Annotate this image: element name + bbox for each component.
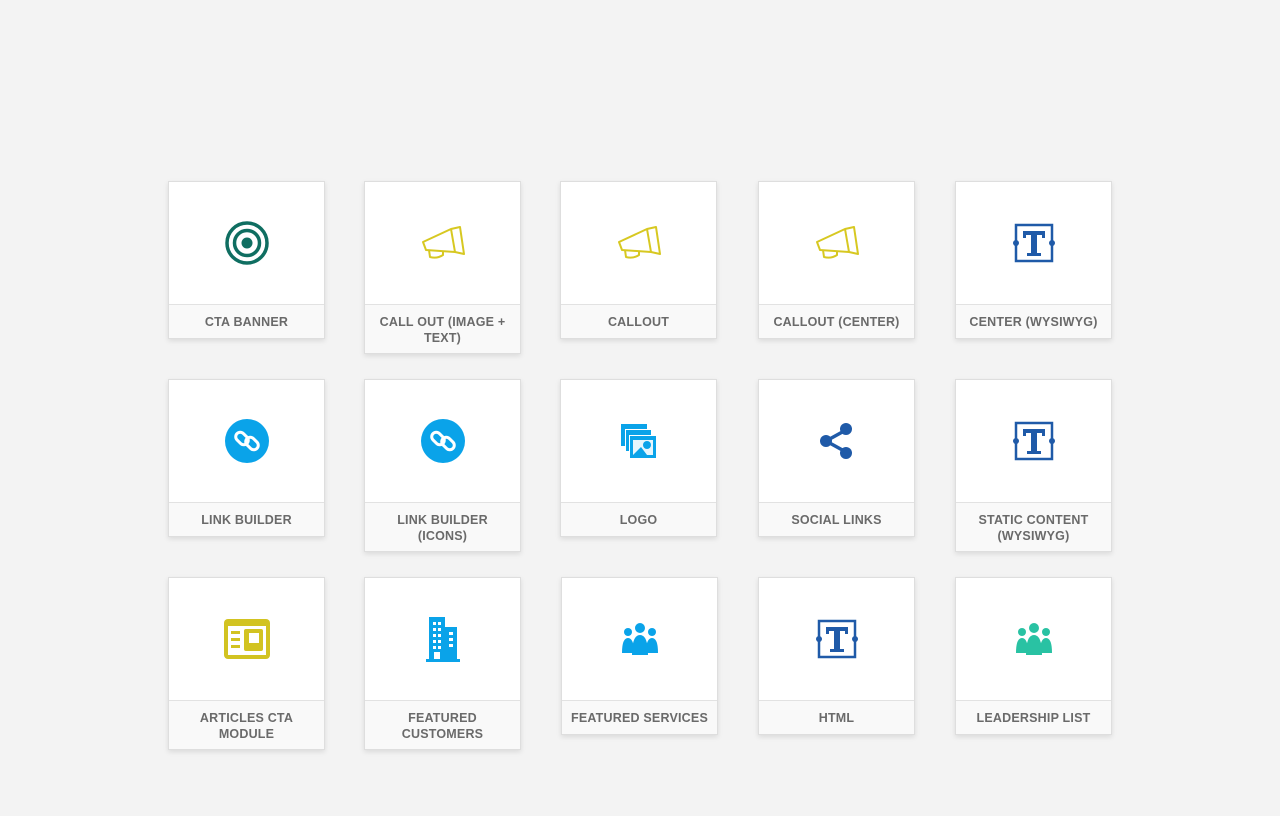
module-card-callout-center[interactable]: CALLOUT (CENTER) bbox=[758, 181, 915, 339]
module-label: CENTER (WYSIWYG) bbox=[956, 304, 1111, 338]
module-label: FEATURED SERVICES bbox=[562, 700, 717, 734]
module-card-featured-services[interactable]: FEATURED SERVICES bbox=[561, 577, 718, 735]
link-icon bbox=[224, 419, 269, 463]
link-icon bbox=[420, 419, 465, 463]
text-box-icon bbox=[815, 619, 858, 659]
module-grid: CTA BANNER CALL OUT (IMAGE + TEXT) CALLO… bbox=[0, 0, 1280, 816]
module-card-logo[interactable]: LOGO bbox=[560, 379, 717, 537]
group-icon bbox=[1015, 623, 1052, 655]
module-card-cta-banner[interactable]: CTA BANNER bbox=[168, 181, 325, 339]
module-label: CALL OUT (IMAGE + TEXT) bbox=[365, 304, 520, 353]
module-card-call-out-image-text[interactable]: CALL OUT (IMAGE + TEXT) bbox=[364, 181, 521, 354]
module-label: CALLOUT (CENTER) bbox=[759, 304, 914, 338]
module-label: STATIC CONTENT (WYSIWYG) bbox=[956, 502, 1111, 551]
module-label: ARTICLES CTA MODULE bbox=[169, 700, 324, 749]
module-card-featured-customers[interactable]: FEATURED CUSTOMERS bbox=[364, 577, 521, 750]
building-icon bbox=[425, 617, 460, 662]
target-icon bbox=[224, 221, 269, 265]
share-icon bbox=[819, 423, 852, 459]
module-label: LINK BUILDER bbox=[169, 502, 324, 536]
module-card-articles-cta-module[interactable]: ARTICLES CTA MODULE bbox=[168, 577, 325, 750]
module-label: FEATURED CUSTOMERS bbox=[365, 700, 520, 749]
module-label: HTML bbox=[759, 700, 914, 734]
megaphone-icon bbox=[421, 226, 465, 259]
module-card-static-content-wysiwyg[interactable]: STATIC CONTENT (WYSIWYG) bbox=[955, 379, 1112, 552]
megaphone-icon bbox=[815, 226, 859, 259]
megaphone-icon bbox=[617, 226, 661, 259]
module-label: LEADERSHIP LIST bbox=[956, 700, 1111, 734]
module-label: CALLOUT bbox=[561, 304, 716, 338]
group-icon bbox=[621, 623, 658, 655]
module-card-center-wysiwyg[interactable]: CENTER (WYSIWYG) bbox=[955, 181, 1112, 339]
module-label: SOCIAL LINKS bbox=[759, 502, 914, 536]
images-icon bbox=[620, 424, 656, 458]
module-card-link-builder-icons[interactable]: LINK BUILDER (ICONS) bbox=[364, 379, 521, 552]
module-card-social-links[interactable]: SOCIAL LINKS bbox=[758, 379, 915, 537]
module-card-callout[interactable]: CALLOUT bbox=[560, 181, 717, 339]
module-card-html[interactable]: HTML bbox=[758, 577, 915, 735]
module-card-link-builder[interactable]: LINK BUILDER bbox=[168, 379, 325, 537]
module-label: LINK BUILDER (ICONS) bbox=[365, 502, 520, 551]
module-label: LOGO bbox=[561, 502, 716, 536]
article-icon bbox=[223, 619, 270, 659]
text-box-icon bbox=[1012, 223, 1055, 263]
text-box-icon bbox=[1012, 421, 1055, 461]
module-card-leadership-list[interactable]: LEADERSHIP LIST bbox=[955, 577, 1112, 735]
module-label: CTA BANNER bbox=[169, 304, 324, 338]
